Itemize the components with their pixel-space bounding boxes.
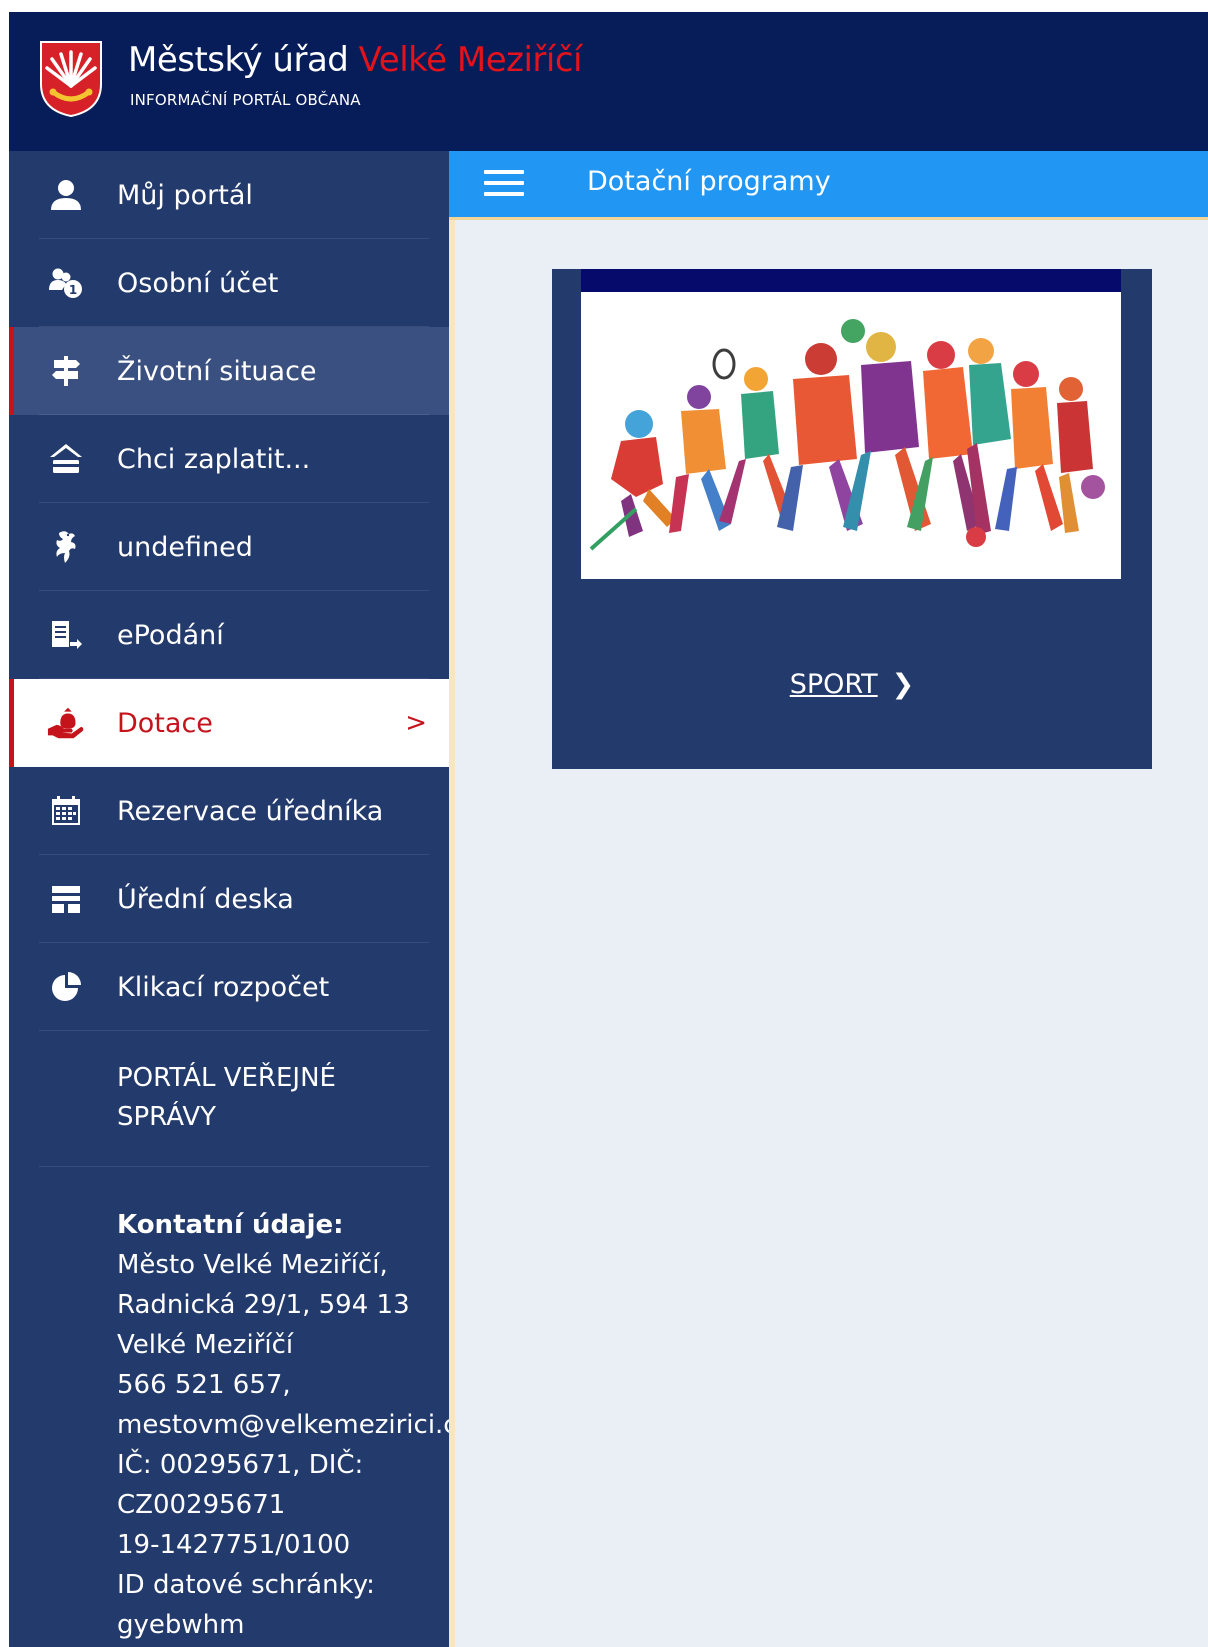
chevron-right-icon: ❯ [891,669,915,700]
contact-line: Radnická 29/1, 594 13 [117,1290,410,1320]
portal-title[interactable]: Městský úřad Velké Meziříčí [128,40,582,80]
board-icon [47,880,85,918]
sidebar-item-label: Rezervace úředníka [117,795,384,827]
portal-title-accent: Velké Meziříčí [358,40,583,80]
sidebar-item-undefined[interactable]: undefined [9,503,449,591]
content-edge-divider [449,220,455,1647]
payment-icon [47,440,85,478]
program-card-sport[interactable]: SPORT ❯ [552,269,1152,769]
sports-figures-graphic [589,319,1105,551]
sidebar-item-label: Můj portál [117,179,253,211]
contact-info: Kontatní údaje: Město Velké Meziříčí, Ra… [9,1167,449,1645]
sidebar-item-rezervace-urednika[interactable]: Rezervace úředníka [9,767,449,855]
contact-heading: Kontatní údaje: [117,1210,344,1240]
sidebar-item-label: Osobní účet [117,267,279,299]
sidebar-item-label: Úřední deska [117,883,294,915]
pie-chart-icon [47,968,85,1006]
page-title: Dotační programy [587,166,831,197]
sidebar-item-klikaci-rozpocet[interactable]: Klikací rozpočet [9,943,449,1031]
user-icon [47,176,85,214]
contact-line: 19-1427751/0100 [117,1530,351,1560]
sidebar: Můj portál 1 Osobní účet Životní situace… [9,151,449,1647]
sidebar-item-label: Klikací rozpočet [117,971,330,1003]
hand-money-bag-icon [47,704,85,742]
sidebar-item-muj-portal[interactable]: Můj portál [9,151,449,239]
sidebar-item-uredni-deska[interactable]: Úřední deska [9,855,449,943]
sidebar-item-label: Životní situace [117,355,317,387]
sidebar-item-zivotni-situace[interactable]: Životní situace [9,327,449,415]
lion-emblem-icon [47,528,85,566]
sidebar-item-label: Dotace [117,707,213,739]
sport-link[interactable]: SPORT ❯ [552,669,1152,700]
sidebar-item-osobni-ucet[interactable]: 1 Osobní účet [9,239,449,327]
sidebar-item-label: Chci zaplatit... [117,443,311,475]
hamburger-icon[interactable] [484,168,524,200]
sports-illustration [581,269,1121,579]
sidebar-item-epodani[interactable]: ePodání [9,591,449,679]
contact-line: IČ: 00295671, DIČ: [117,1450,364,1480]
sidebar-item-dotace[interactable]: Dotace > [9,679,449,767]
sidebar-item-chci-zaplatit[interactable]: Chci zaplatit... [9,415,449,503]
contact-line: ID datové schránky: [117,1570,375,1600]
contact-phone: 566 521 657, [117,1370,291,1400]
portal-subtitle: INFORMAČNÍ PORTÁL OBČANA [130,91,361,109]
signpost-icon [47,352,85,390]
contact-line: gyebwhm [117,1610,245,1640]
contact-line: Velké Meziříčí [117,1330,294,1360]
app-frame: Městský úřad Velké Meziříčí INFORMAČNÍ P… [9,12,1208,1647]
site-header: Městský úřad Velké Meziříčí INFORMAČNÍ P… [9,12,1208,151]
document-send-icon [47,616,85,654]
contact-line: Město Velké Meziříčí, [117,1250,388,1280]
coat-of-arms-logo[interactable] [39,40,103,118]
calendar-icon [47,792,85,830]
sport-link-label: SPORT [789,669,878,700]
sidebar-item-label: ePodání [117,619,224,651]
contact-email[interactable]: mestovm@velkemezirici.c [117,1405,449,1445]
svg-text:1: 1 [69,283,77,297]
chevron-right-icon: > [405,708,427,738]
content-topbar: Dotační programy [449,151,1208,220]
contact-line: CZ00295671 [117,1490,286,1520]
portal-verejne-spravy-link[interactable]: PORTÁL VEŘEJNÉ SPRÁVY [9,1031,449,1167]
sidebar-item-label: undefined [117,531,253,563]
portal-title-main: Městský úřad [128,40,359,80]
users-coin-icon: 1 [47,264,85,302]
